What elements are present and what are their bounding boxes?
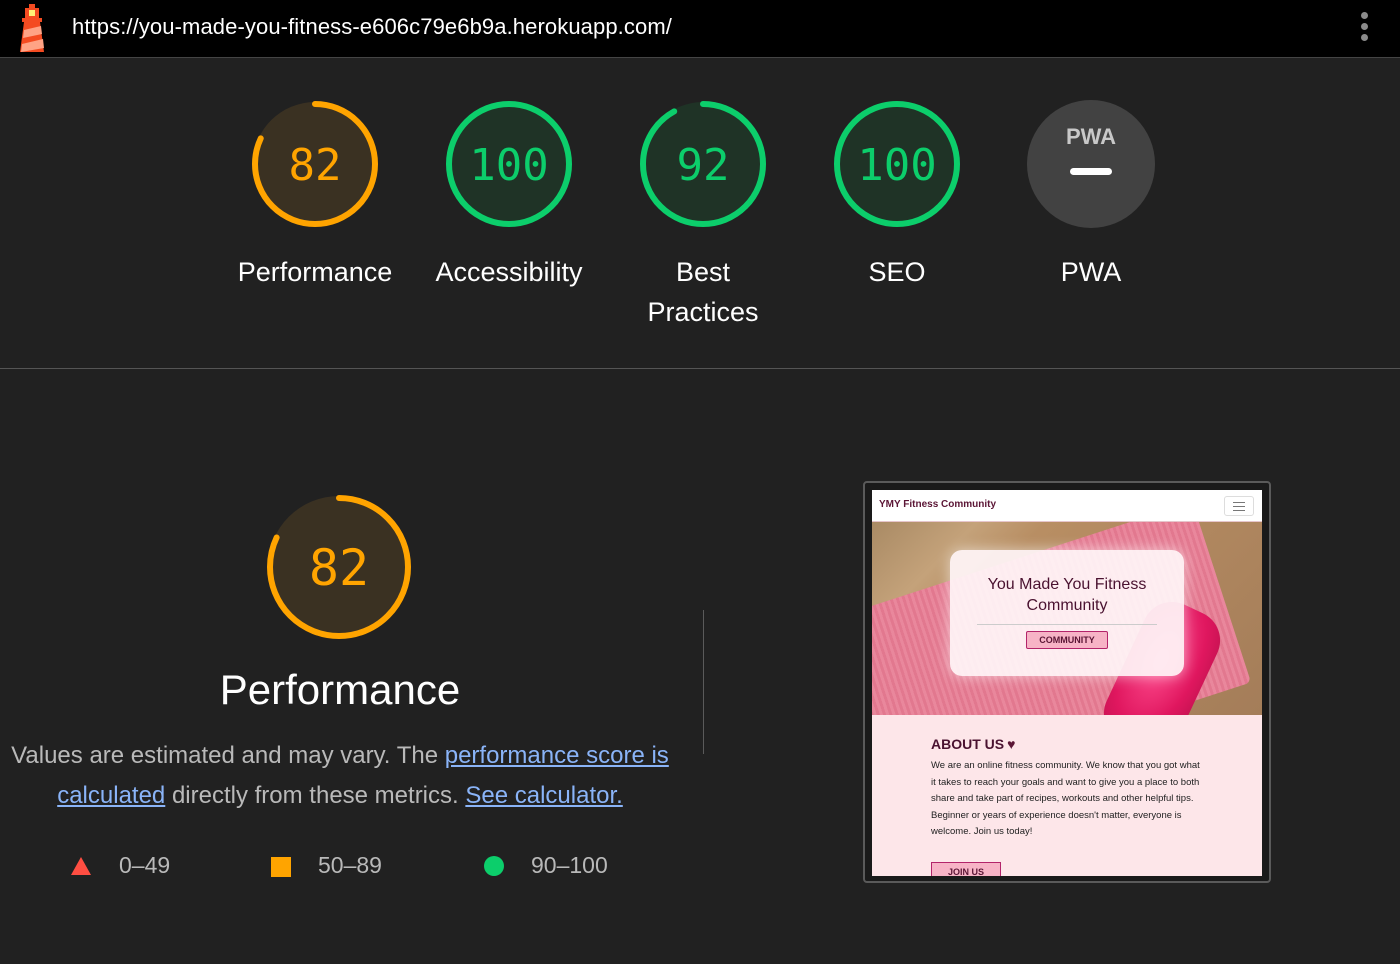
legend-average-range: 50–89 <box>318 852 382 878</box>
gauge-label: PWA <box>1060 257 1122 287</box>
thumb-hero-title: You Made You Fitness Community <box>987 576 1147 614</box>
performance-heading: Performance <box>219 666 461 713</box>
hamburger-icon <box>1224 496 1254 516</box>
thumb-join-button: JOIN US <box>931 862 1001 876</box>
thumb-navbar: YMY Fitness Community <box>872 490 1262 522</box>
address-bar: https://you-made-you-fitness-e606c79e6b9… <box>0 0 1400 58</box>
lighthouse-icon <box>20 4 44 52</box>
pwa-badge-text: PWA <box>1066 124 1116 149</box>
performance-gauge-ring: 82 <box>252 101 378 227</box>
gauge-performance[interactable]: 82 Performance <box>220 98 410 292</box>
seo-score: 100 <box>857 140 936 191</box>
kebab-menu-icon[interactable] <box>1352 9 1376 49</box>
legend-pass-range: 90–100 <box>531 852 608 878</box>
gauge-seo[interactable]: 100 SEO <box>802 98 992 292</box>
accessibility-score: 100 <box>469 140 548 191</box>
performance-score: 82 <box>289 140 342 191</box>
vertical-separator <box>703 610 704 754</box>
average-square-icon <box>271 857 291 877</box>
page-url: https://you-made-you-fitness-e606c79e6b9… <box>72 14 672 39</box>
gauge-label: SEO <box>868 257 926 287</box>
gauge-accessibility[interactable]: 100 Accessibility <box>414 98 604 292</box>
performance-description: Values are estimated and may vary. The p… <box>11 742 669 809</box>
thumb-hero: You Made You Fitness Community COMMUNITY <box>872 522 1262 715</box>
performance-large-gauge: 82 <box>267 495 411 639</box>
gauge-label: Accessibility <box>435 257 583 287</box>
thumb-brand: YMY Fitness Community <box>879 499 997 510</box>
thumb-about-text: We are an online fitness community. We k… <box>931 760 1200 838</box>
thumb-hero-card: You Made You Fitness Community COMMUNITY <box>950 550 1184 676</box>
pwa-badge-icon: PWA <box>1027 100 1155 228</box>
thumb-community-button: COMMUNITY <box>1026 631 1108 649</box>
pass-circle-icon <box>484 856 504 876</box>
seo-gauge-ring: 100 <box>834 101 960 227</box>
gauge-best-practices[interactable]: 92 Best Practices <box>608 98 798 332</box>
performance-large-score: 82 <box>309 539 369 597</box>
best-practices-score: 92 <box>677 140 730 191</box>
gauge-label-line1: Best <box>675 257 731 287</box>
heart-icon: ♥ <box>1007 736 1016 752</box>
thumb-about-heading: ABOUT US ♥ <box>931 736 1016 752</box>
legend-fail-range: 0–49 <box>119 852 171 878</box>
accessibility-gauge-ring: 100 <box>446 101 572 227</box>
fail-triangle-icon <box>71 857 91 875</box>
final-screenshot-thumbnail[interactable]: YMY Fitness Community You Made You Fitne… <box>863 481 1271 883</box>
best-practices-gauge-ring: 92 <box>640 101 766 227</box>
gauge-label-line2: Practices <box>647 297 759 327</box>
gauge-label: Performance <box>237 257 393 287</box>
see-calculator-link[interactable]: See calculator. <box>465 782 622 809</box>
section-divider <box>0 368 1400 369</box>
gauge-pwa[interactable]: PWA PWA <box>996 98 1186 292</box>
